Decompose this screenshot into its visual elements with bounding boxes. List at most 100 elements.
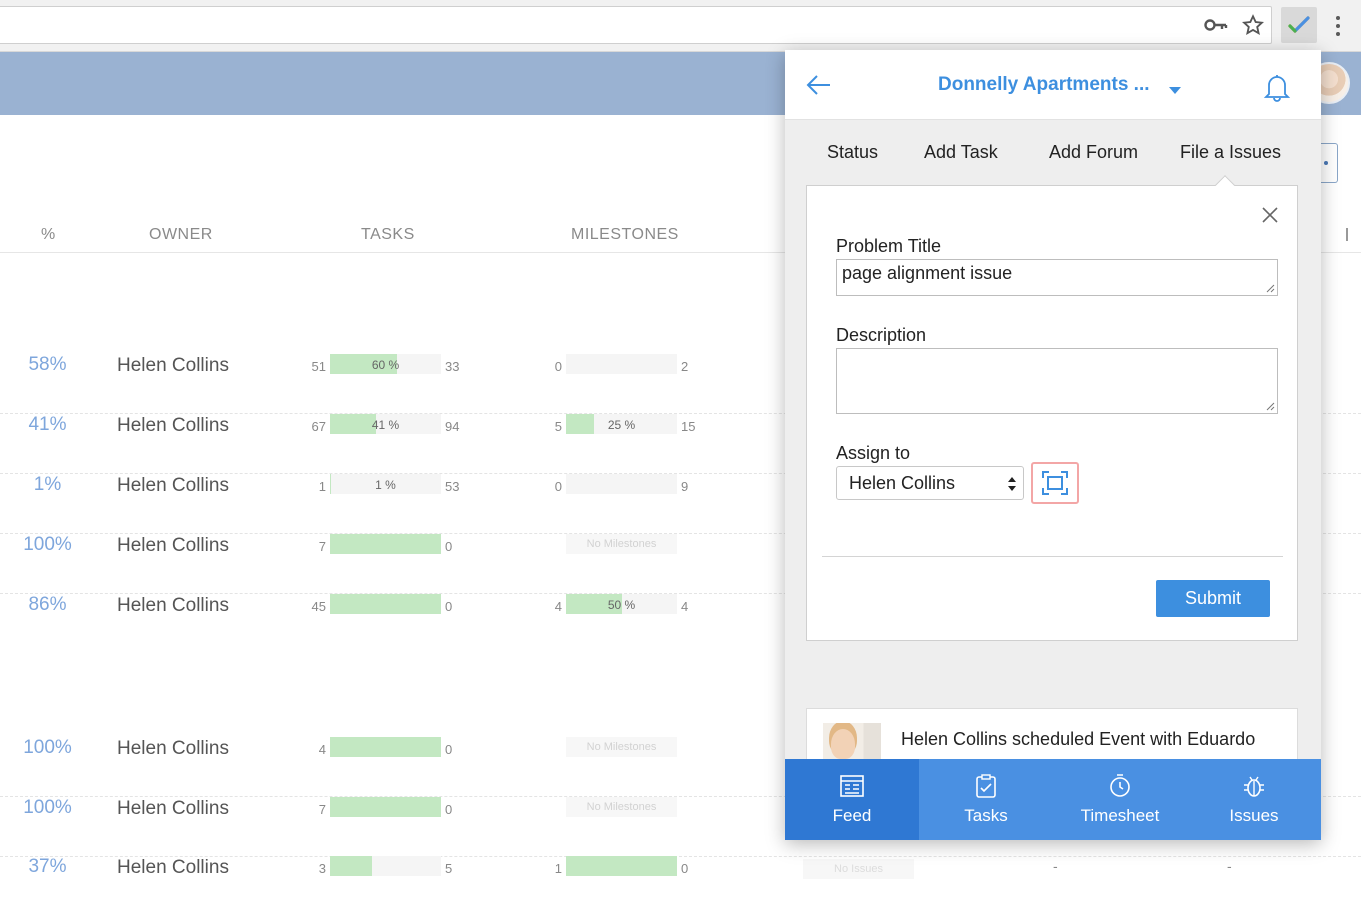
column-header-owner: OWNER [149,226,213,243]
screen-capture-icon [1042,471,1068,495]
empty-value: - [1053,858,1058,874]
no-issues-label: No Issues [803,859,914,879]
owner-name: Helen Collins [117,535,229,556]
no-milestones-label: No Milestones [566,797,677,817]
tasks-progress-bar [330,737,441,757]
resize-handle-icon[interactable] [1266,284,1275,293]
completion-percent[interactable]: 1% [0,474,95,496]
milestones-progress-bar: 25 % [566,414,677,434]
tab-add-task[interactable]: Add Task [924,142,998,163]
form-divider [822,556,1283,557]
completion-percent[interactable]: 100% [0,534,95,556]
nav-label: Tasks [964,806,1008,825]
completion-percent[interactable]: 41% [0,414,95,436]
nav-issues[interactable]: Issues [1187,759,1321,840]
tasks-open-count: 51 [311,359,326,374]
completion-percent[interactable]: 58% [0,354,95,376]
milestones-progress-bar [566,354,677,374]
bottom-nav: Feed Tasks Timesheet Issues [785,759,1321,840]
description-input[interactable] [836,348,1278,414]
tasks-progress-label: 1 % [375,478,396,492]
chevron-down-icon[interactable] [1168,82,1182,94]
owner-name: Helen Collins [117,355,229,376]
screenshot-capture-button[interactable] [1031,462,1079,504]
milestones-progress-fill [566,856,677,876]
column-divider [1346,228,1348,241]
tasks-progress-bar: 1 % [330,474,441,494]
menu-dots-icon[interactable] [1330,13,1346,39]
tasks-open-count: 7 [318,539,326,554]
completion-percent[interactable]: 100% [0,797,95,819]
tasks-closed-count: 94 [445,419,460,434]
tasks-open-count: 7 [318,802,326,817]
milestones-closed-count: 15 [681,419,696,434]
milestones-closed-count: 0 [681,861,689,876]
tasks-closed-count: 0 [445,802,453,817]
milestones-progress-bar: 50 % [566,594,677,614]
completion-percent[interactable]: 100% [0,737,95,759]
owner-name: Helen Collins [117,798,229,819]
tasks-progress-bar [330,594,441,614]
star-icon[interactable] [1240,12,1266,38]
milestones-progress-bar [566,474,677,494]
back-arrow-icon[interactable] [805,72,833,98]
milestones-open-count: 1 [554,861,562,876]
resize-handle-icon[interactable] [1266,402,1275,411]
tab-file-issues[interactable]: File a Issues [1180,142,1281,163]
issue-form: Problem Title page alignment issue Descr… [806,175,1298,641]
tasks-progress-bar: 41 % [330,414,441,434]
nav-feed[interactable]: Feed [785,759,919,840]
assign-to-label: Assign to [836,443,911,463]
empty-value: - [1227,858,1232,874]
problem-title-input[interactable]: page alignment issue [836,259,1278,296]
tasks-icon [976,774,996,798]
owner-name: Helen Collins [117,738,229,759]
submit-button[interactable]: Submit [1156,580,1270,617]
feed-item-text: Helen Collins scheduled Event with Eduar… [901,729,1256,749]
tasks-closed-count: 53 [445,479,460,494]
tasks-open-count: 1 [318,479,326,494]
nav-tasks[interactable]: Tasks [919,759,1053,840]
address-bar[interactable] [0,6,1272,44]
tasks-closed-count: 33 [445,359,460,374]
tasks-open-count: 3 [318,861,326,876]
column-header-tasks: TASKS [361,226,415,243]
assignee-value: Helen Collins [849,473,956,493]
tasks-closed-count: 0 [445,539,453,554]
close-icon[interactable] [1261,206,1279,224]
milestones-open-count: 4 [554,599,562,614]
tasks-closed-count: 0 [445,742,453,757]
feed-icon [840,775,864,797]
tasks-progress-fill [330,797,441,817]
problem-title-label: Problem Title [836,236,942,256]
tasks-closed-count: 5 [445,861,453,876]
tasks-progress-label: 60 % [371,358,400,372]
key-icon[interactable] [1203,12,1229,38]
problem-title-value: page alignment issue [842,263,1013,283]
nav-label: Timesheet [1080,806,1160,825]
project-title[interactable]: Donnelly Apartments ... [938,74,1150,96]
milestones-progress-label: 50 % [607,598,636,612]
description-label: Description [836,325,927,345]
avatar [823,723,881,759]
milestones-closed-count: 4 [681,599,689,614]
tab-add-forum[interactable]: Add Forum [1049,142,1138,163]
nav-timesheet[interactable]: Timesheet [1053,759,1187,840]
owner-name: Helen Collins [117,857,229,878]
table-row[interactable]: 37% Helen Collins 3 5 1 0 No Issues - - [0,856,1361,897]
completion-percent[interactable]: 86% [0,594,95,616]
tasks-open-count: 45 [311,599,326,614]
assignee-select[interactable]: Helen Collins [836,466,1024,500]
tasks-progress-fill [330,737,441,757]
tab-status[interactable]: Status [827,142,878,163]
timesheet-icon [1110,774,1130,797]
bell-icon[interactable] [1263,72,1291,102]
tasks-progress-fill [330,534,441,554]
extension-check-icon[interactable] [1281,7,1317,43]
milestones-open-count: 0 [554,359,562,374]
owner-name: Helen Collins [117,415,229,436]
issues-bug-icon [1244,776,1264,797]
select-arrows-icon [1008,477,1016,491]
more-options-button[interactable] [1320,143,1338,183]
completion-percent[interactable]: 37% [0,856,95,878]
